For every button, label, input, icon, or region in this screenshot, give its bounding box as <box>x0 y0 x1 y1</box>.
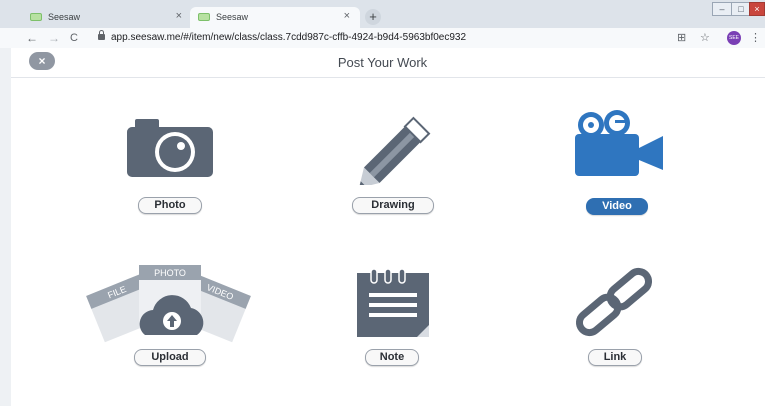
tab-title: Seesaw <box>48 12 81 22</box>
address-bar[interactable]: app.seesaw.me/#/item/new/class/class.7cd… <box>95 29 675 47</box>
browser-window: Seesaw × Seesaw × + – □ × ← → C app.sees… <box>0 0 765 406</box>
drawing-button[interactable]: Drawing <box>352 197 434 214</box>
browser-menu-icon[interactable]: ⋮ <box>750 31 761 45</box>
window-close-button[interactable]: × <box>749 2 765 16</box>
profile-avatar[interactable]: SEE <box>727 31 741 45</box>
forward-icon[interactable]: → <box>48 30 60 46</box>
pencil-icon <box>358 116 431 185</box>
seesaw-favicon-icon <box>198 13 210 21</box>
maximize-button[interactable]: □ <box>731 2 751 16</box>
video-camera-icon <box>575 110 663 176</box>
link-button[interactable]: Link <box>588 349 642 366</box>
fan-label-photo: PHOTO <box>154 268 186 278</box>
tab-title: Seesaw <box>216 12 249 22</box>
new-tab-button[interactable]: + <box>365 9 381 25</box>
back-icon[interactable]: ← <box>26 30 38 46</box>
page-left-edge <box>0 48 11 406</box>
camera-icon <box>127 119 213 177</box>
option-link[interactable]: Link <box>532 265 692 395</box>
header-divider <box>11 77 765 78</box>
tab-seesaw-1[interactable]: Seesaw × <box>22 7 192 28</box>
tab-close-icon[interactable]: × <box>176 10 182 22</box>
option-photo[interactable]: Photo <box>90 115 250 245</box>
url-text: app.seesaw.me/#/item/new/class/class.7cd… <box>111 32 467 43</box>
option-drawing[interactable]: Drawing <box>318 110 478 240</box>
lock-icon <box>98 30 105 40</box>
tab-strip: Seesaw × Seesaw × + – □ × <box>0 0 765 28</box>
tab-close-icon[interactable]: × <box>344 10 350 22</box>
video-button[interactable]: Video <box>586 198 648 215</box>
seesaw-favicon-icon <box>30 13 42 21</box>
photo-button[interactable]: Photo <box>138 197 202 214</box>
chain-link-icon <box>575 267 653 337</box>
cloud-upload-icon: FILE VIDEO PHOTO <box>86 265 251 343</box>
tab-seesaw-2[interactable]: Seesaw × <box>190 7 360 28</box>
notepad-icon <box>357 268 429 337</box>
note-button[interactable]: Note <box>365 349 419 366</box>
page-title: Post Your Work <box>337 55 428 70</box>
option-note[interactable]: Note <box>312 265 472 395</box>
reload-icon[interactable]: C <box>70 30 78 46</box>
option-upload[interactable]: FILE VIDEO PHOTO Upload <box>75 265 251 395</box>
upload-button[interactable]: Upload <box>134 349 206 366</box>
option-video[interactable]: Video <box>538 108 698 238</box>
translate-icon[interactable]: ⊞ <box>677 31 686 45</box>
bookmark-star-icon[interactable]: ☆ <box>700 31 710 45</box>
minimize-button[interactable]: – <box>712 2 732 16</box>
browser-toolbar: ← → C app.seesaw.me/#/item/new/class/cla… <box>0 28 765 48</box>
